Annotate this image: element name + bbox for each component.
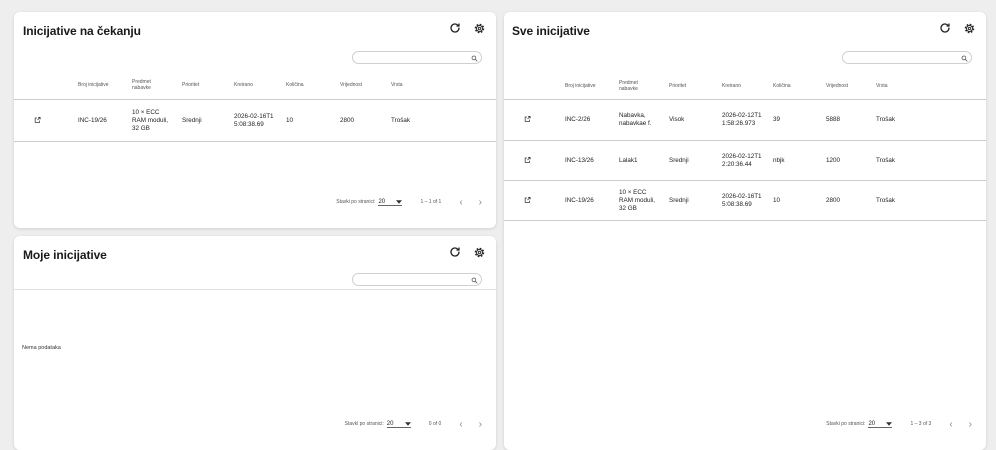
cell-vrsta: Trošak xyxy=(391,116,411,124)
cell-kreirano: 2026-02-16T15:08:38.69 xyxy=(722,192,762,208)
open-in-new-icon[interactable] xyxy=(524,156,531,165)
refresh-icon[interactable] xyxy=(939,22,951,35)
per-page-select[interactable]: 20 xyxy=(378,198,403,206)
cell-vrsta: Trošak xyxy=(876,156,896,164)
cell-prioritet: Srednji xyxy=(669,156,689,164)
card-title: Moje inicijative xyxy=(23,248,107,262)
open-in-new-icon[interactable] xyxy=(34,116,41,125)
per-page-value: 20 xyxy=(378,198,386,205)
column-header[interactable]: Kreirano xyxy=(722,83,741,89)
chevron-down-icon xyxy=(404,421,411,426)
settings-gear-icon[interactable] xyxy=(963,22,976,35)
column-header[interactable]: Prioritet xyxy=(669,83,686,89)
column-header[interactable]: Kreirano xyxy=(234,82,253,88)
column-header[interactable]: Vrijednost xyxy=(340,82,362,88)
chevron-left-icon[interactable]: ‹ xyxy=(459,197,462,208)
settings-gear-icon[interactable] xyxy=(473,22,486,35)
search-input[interactable] xyxy=(353,274,471,285)
per-page-select[interactable]: 20 xyxy=(386,420,411,428)
column-header[interactable]: Broj inicijative xyxy=(78,82,109,88)
cell-kreirano: 2026-02-12T12:20:36.44 xyxy=(722,152,762,168)
table-row[interactable]: INC-19/26 10 × ECC RAM moduli, 32 GB Sre… xyxy=(14,100,496,142)
cell-kolicina: 39 xyxy=(773,116,781,123)
table-header: Broj inicijative Predmet nabavke Priorit… xyxy=(14,70,496,100)
cell-kolicina: 10 xyxy=(773,196,781,204)
column-header[interactable]: Količina xyxy=(286,82,304,88)
cell-vrijednost: 2800 xyxy=(826,196,841,204)
table-row[interactable]: INC-13/26 Lalak1 Srednji 2026-02-12T12:2… xyxy=(504,141,986,181)
refresh-icon[interactable] xyxy=(449,246,461,259)
chevron-right-icon[interactable]: › xyxy=(479,419,482,430)
chevron-left-icon[interactable]: ‹ xyxy=(949,419,952,430)
cell-broj: INC-13/26 xyxy=(565,156,594,164)
column-header[interactable]: Količina xyxy=(773,83,791,89)
page-range: 1 – 1 of 1 xyxy=(420,199,442,205)
card-title: Inicijative na čekanju xyxy=(23,24,141,38)
cell-kolicina: nbjk xyxy=(773,156,785,164)
cell-kreirano: 2026-02-16T15:08:38.69 xyxy=(234,112,274,128)
column-header[interactable]: Prioritet xyxy=(182,82,199,88)
per-page-select[interactable]: 20 xyxy=(868,420,893,428)
chevron-down-icon xyxy=(886,421,893,426)
open-in-new-icon[interactable] xyxy=(524,196,531,205)
header-divider xyxy=(14,289,496,290)
cell-prioritet: Visok xyxy=(669,116,685,123)
my-initiatives-card: Moje inicijative Nema podataka Stavki po… xyxy=(14,236,496,450)
cell-prioritet: Srednji xyxy=(182,116,202,124)
cell-vrijednost: 1200 xyxy=(826,156,841,164)
cell-predmet: Nabavka, nabavkae f. xyxy=(619,112,652,127)
cell-broj: INC-2/26 xyxy=(565,116,591,123)
cell-kreirano: 2026-02-12T11:58:26.973 xyxy=(722,112,762,127)
column-header[interactable]: Predmet nabavke xyxy=(132,79,170,91)
per-page-value: 20 xyxy=(386,420,394,427)
page-range: 1 – 3 of 3 xyxy=(910,421,932,427)
pending-initiatives-card: Inicijative na čekanju Broj inicijative … xyxy=(14,12,496,228)
column-header[interactable]: Predmet nabavke xyxy=(619,80,657,92)
table-header: Broj inicijative Predmet nabavke Priorit… xyxy=(504,72,986,100)
search-icon[interactable] xyxy=(471,49,478,67)
cell-prioritet: Srednji xyxy=(669,196,689,204)
column-header[interactable]: Vrijednost xyxy=(826,83,848,89)
cell-vrijednost: 5888 xyxy=(826,116,841,123)
chevron-down-icon xyxy=(396,199,403,204)
chevron-right-icon[interactable]: › xyxy=(479,197,482,208)
cell-broj: INC-19/26 xyxy=(78,116,107,124)
search-field[interactable] xyxy=(842,51,972,64)
paginator: Stavki po stranici: 20 1 – 1 of 1 ‹ › xyxy=(336,197,482,208)
table-row[interactable]: INC-19/26 10 × ECC RAM moduli, 32 GB Sre… xyxy=(504,181,986,221)
search-input[interactable] xyxy=(843,52,961,63)
search-field[interactable] xyxy=(352,51,482,64)
cell-vrsta: Trošak xyxy=(876,116,896,123)
card-title: Sve inicijative xyxy=(512,24,590,38)
table-row[interactable]: INC-2/26 Nabavka, nabavkae f. Visok 2026… xyxy=(504,100,986,141)
cell-predmet: 10 × ECC RAM moduli, 32 GB xyxy=(132,108,169,132)
search-icon[interactable] xyxy=(471,271,478,289)
paginator: Stavki po stranici: 20 0 of 0 ‹ › xyxy=(344,419,482,430)
cell-vrijednost: 2800 xyxy=(340,116,355,124)
all-initiatives-card: Sve inicijative Broj inicijative Predmet… xyxy=(504,12,986,450)
per-page-label: Stavki po stranici: xyxy=(336,199,376,205)
chevron-left-icon[interactable]: ‹ xyxy=(459,419,462,430)
column-header[interactable]: Broj inicijative xyxy=(565,83,596,89)
cell-vrsta: Trošak xyxy=(876,196,896,204)
settings-gear-icon[interactable] xyxy=(473,246,486,259)
search-input[interactable] xyxy=(353,52,471,63)
column-header[interactable]: Vrsta xyxy=(391,82,402,88)
per-page-label: Stavki po stranici: xyxy=(344,421,384,427)
page-range: 0 of 0 xyxy=(428,421,442,427)
open-in-new-icon[interactable] xyxy=(524,115,531,125)
cell-kolicina: 10 xyxy=(286,116,294,124)
per-page-label: Stavki po stranici: xyxy=(826,421,866,427)
cell-predmet: 10 × ECC RAM moduli, 32 GB xyxy=(619,188,656,212)
per-page-value: 20 xyxy=(868,420,876,427)
chevron-right-icon[interactable]: › xyxy=(969,419,972,430)
search-field[interactable] xyxy=(352,273,482,286)
empty-state-text: Nema podataka xyxy=(22,345,61,351)
refresh-icon[interactable] xyxy=(449,22,461,35)
search-icon[interactable] xyxy=(961,49,968,67)
column-header[interactable]: Vrsta xyxy=(876,83,887,89)
paginator: Stavki po stranici: 20 1 – 3 of 3 ‹ › xyxy=(826,419,972,430)
cell-broj: INC-19/26 xyxy=(565,196,594,204)
cell-predmet: Lalak1 xyxy=(619,156,638,164)
